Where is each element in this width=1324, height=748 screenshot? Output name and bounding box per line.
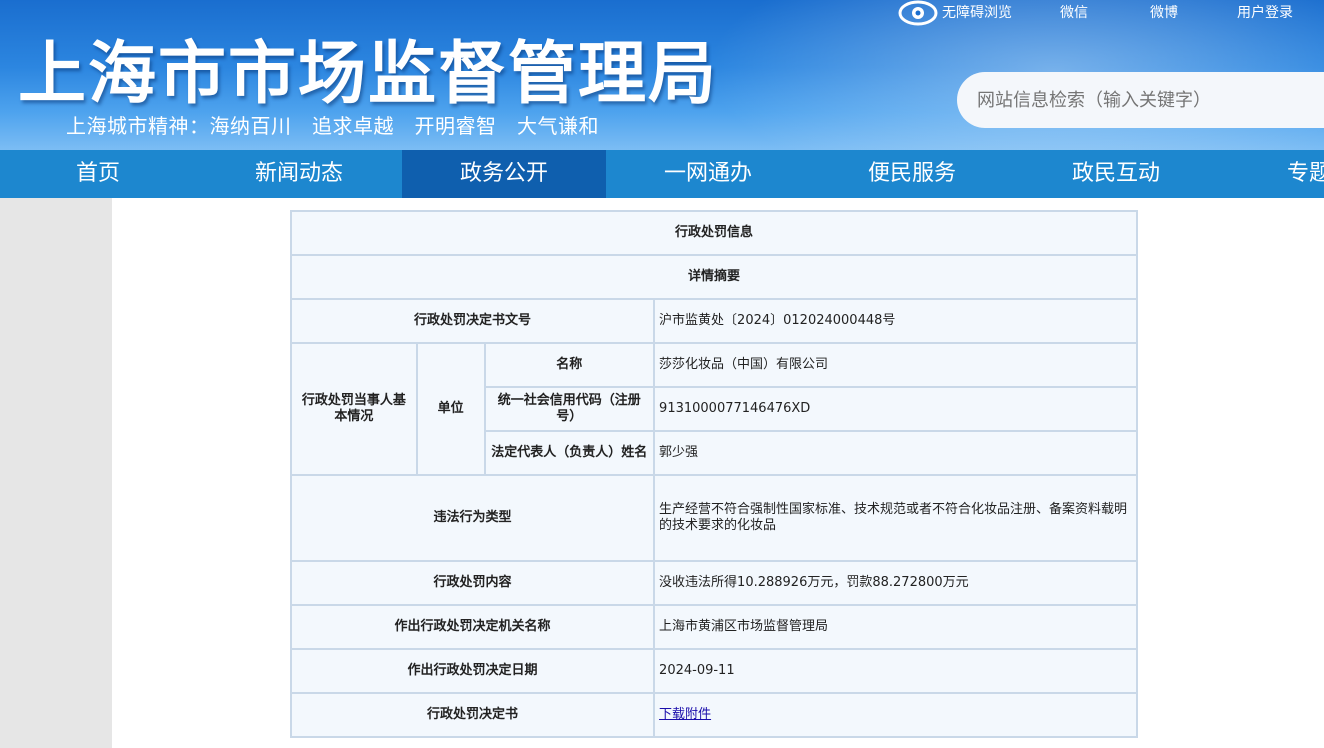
nav-interaction[interactable]: 政民互动 <box>1014 150 1218 198</box>
violation-type-value: 生产经营不符合强制性国家标准、技术规范或者不符合化妆品注册、备案资料载明的技术要… <box>653 474 1138 562</box>
authority-value: 上海市黄浦区市场监督管理局 <box>653 604 1138 650</box>
party-label: 行政处罚当事人基本情况 <box>290 342 418 476</box>
decision-date-label: 作出行政处罚决定日期 <box>289 648 656 694</box>
name-value: 莎莎化妆品（中国）有限公司 <box>653 342 1138 388</box>
decision-doc-label: 行政处罚决定书 <box>289 692 656 738</box>
doc-no-label: 行政处罚决定书文号 <box>289 298 656 344</box>
weixin-link[interactable]: 微信 <box>1060 2 1088 22</box>
city-motto: 上海城市精神：海纳百川 追求卓越 开明睿智 大气谦和 <box>66 114 599 138</box>
table-subtitle: 详情摘要 <box>290 254 1138 300</box>
legal-rep-label: 法定代表人（负责人）姓名 <box>483 430 656 476</box>
login-link[interactable]: 用户登录 <box>1237 2 1293 22</box>
authority-label: 作出行政处罚决定机关名称 <box>289 604 656 650</box>
eye-icon[interactable] <box>898 0 938 26</box>
site-header: 上海市市场监督管理局 上海城市精神：海纳百川 追求卓越 开明睿智 大气谦和 无障… <box>0 0 1324 150</box>
credit-code-value: 9131000077146476XD <box>653 386 1138 432</box>
search-input[interactable] <box>957 72 1324 128</box>
download-attachment-link[interactable]: 下载附件 <box>659 707 711 722</box>
table-title: 行政处罚信息 <box>290 210 1138 256</box>
penalty-info-table: 行政处罚信息 详情摘要 行政处罚决定书文号 沪市监黄处〔2024〕0120240… <box>289 210 1138 738</box>
legal-rep-value: 郭少强 <box>653 430 1138 476</box>
nav-government-affairs[interactable]: 政务公开 <box>402 150 606 198</box>
nav-public-services[interactable]: 便民服务 <box>810 150 1014 198</box>
penalty-content-value: 没收违法所得10.288926万元，罚款88.272800万元 <box>653 560 1138 606</box>
penalty-content-label: 行政处罚内容 <box>289 560 656 606</box>
site-title[interactable]: 上海市市场监督管理局 <box>18 18 718 117</box>
nav-topics[interactable]: 专题专 <box>1218 150 1324 198</box>
top-links: 无障碍浏览 微信 微博 用户登录 <box>0 0 1324 30</box>
decision-date-value: 2024-09-11 <box>653 648 1138 694</box>
nav-home[interactable]: 首页 <box>0 150 196 198</box>
nav-online-services[interactable]: 一网通办 <box>606 150 810 198</box>
main-nav: 首页 新闻动态 政务公开 一网通办 便民服务 政民互动 专题专 <box>0 150 1324 198</box>
credit-code-label: 统一社会信用代码（注册号） <box>483 386 656 432</box>
doc-no-value: 沪市监黄处〔2024〕012024000448号 <box>653 298 1138 344</box>
violation-type-label: 违法行为类型 <box>289 474 656 562</box>
weibo-link[interactable]: 微博 <box>1150 2 1178 22</box>
unit-label: 单位 <box>415 342 486 476</box>
name-label: 名称 <box>483 342 656 388</box>
accessibility-link[interactable]: 无障碍浏览 <box>942 2 1012 22</box>
nav-news[interactable]: 新闻动态 <box>196 150 402 198</box>
